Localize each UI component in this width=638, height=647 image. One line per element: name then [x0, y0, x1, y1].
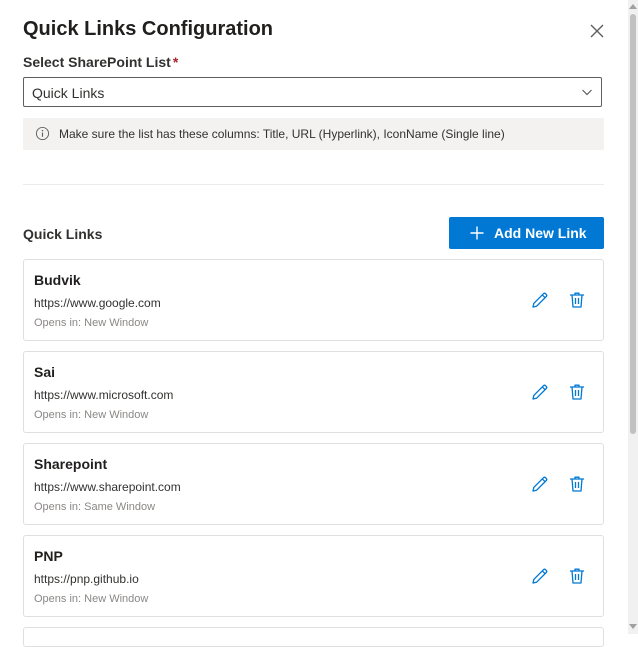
delete-link-button[interactable] [567, 566, 587, 586]
pencil-icon [532, 476, 548, 492]
sharepoint-list-dropdown[interactable]: Quick Links [23, 77, 602, 107]
info-icon [35, 126, 50, 141]
pencil-icon [532, 568, 548, 584]
link-opens-in: Opens in: New Window [34, 593, 149, 605]
link-title: Sai [34, 364, 56, 380]
link-card: Budvik https://www.google.com Opens in: … [23, 259, 604, 341]
close-icon [590, 24, 604, 38]
link-title: Budvik [34, 272, 81, 288]
scroll-up-arrow-icon[interactable] [629, 4, 637, 9]
delete-link-button[interactable] [567, 474, 587, 494]
link-url: https://www.google.com [34, 296, 161, 310]
link-opens-in: Opens in: New Window [34, 317, 149, 329]
scrollbar-thumb[interactable] [630, 14, 636, 434]
add-new-link-button[interactable]: Add New Link [449, 217, 604, 249]
link-card: Sai https://www.microsoft.com Opens in: … [23, 351, 604, 433]
trash-icon [570, 476, 584, 492]
link-url: https://www.sharepoint.com [34, 480, 181, 494]
pencil-icon [532, 292, 548, 308]
quick-links-section-label: Quick Links [23, 226, 103, 242]
dropdown-value: Quick Links [32, 85, 105, 101]
edit-link-button[interactable] [530, 382, 550, 402]
add-new-link-label: Add New Link [494, 225, 587, 241]
link-opens-in: Opens in: New Window [34, 409, 149, 421]
scroll-down-arrow-icon[interactable] [629, 624, 637, 629]
plus-icon [470, 226, 484, 240]
link-title: PNP [34, 548, 63, 564]
edit-link-button[interactable] [530, 474, 550, 494]
trash-icon [570, 292, 584, 308]
panel-title: Quick Links Configuration [23, 18, 274, 40]
required-marker: * [172, 54, 179, 70]
link-card: Sharepoint https://www.sharepoint.com Op… [23, 443, 604, 525]
info-message-bar: Make sure the list has these columns: Ti… [23, 118, 604, 150]
delete-link-button[interactable] [567, 290, 587, 310]
trash-icon [570, 384, 584, 400]
info-message: Make sure the list has these columns: Ti… [59, 127, 505, 141]
pencil-icon [532, 384, 548, 400]
edit-link-button[interactable] [530, 566, 550, 586]
quick-links-config-panel: Quick Links Configuration Select SharePo… [0, 0, 628, 647]
link-url: https://pnp.github.io [34, 572, 139, 586]
delete-link-button[interactable] [567, 382, 587, 402]
trash-icon [570, 568, 584, 584]
link-card-partial [23, 627, 604, 647]
vertical-scrollbar[interactable] [628, 0, 638, 634]
edit-link-button[interactable] [530, 290, 550, 310]
section-divider [23, 184, 604, 185]
close-button[interactable] [586, 20, 608, 42]
list-select-label: Select SharePoint List * [23, 54, 179, 70]
link-opens-in: Opens in: Same Window [34, 501, 156, 513]
link-title: Sharepoint [34, 456, 108, 472]
chevron-down-icon [582, 89, 592, 96]
link-url: https://www.microsoft.com [34, 388, 174, 402]
link-card: PNP https://pnp.github.io Opens in: New … [23, 535, 604, 617]
